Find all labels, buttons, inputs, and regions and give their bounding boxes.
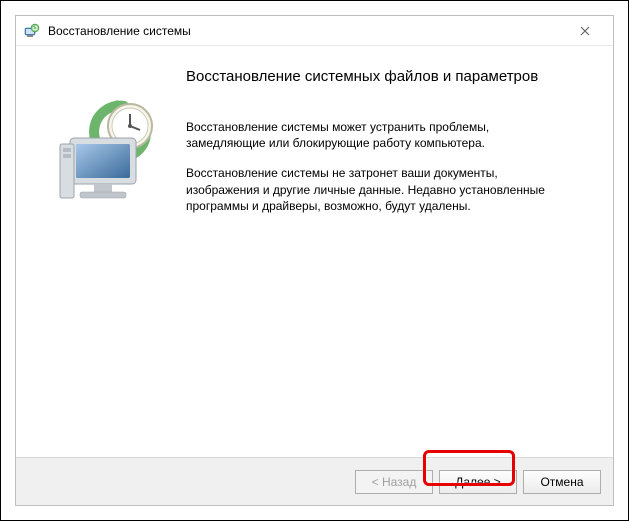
window-title: Восстановление системы: [48, 24, 565, 38]
titlebar: Восстановление системы: [16, 16, 613, 46]
page-heading: Восстановление системных файлов и параме…: [186, 68, 583, 85]
wizard-footer: < Назад Далее > Отмена: [16, 457, 613, 505]
description-paragraph-1: Восстановление системы может устранить п…: [186, 119, 566, 151]
close-button[interactable]: [565, 17, 605, 45]
system-restore-icon: [24, 23, 40, 39]
next-button[interactable]: Далее >: [439, 470, 517, 494]
description-paragraph-2: Восстановление системы не затронет ваши …: [186, 165, 566, 214]
system-restore-dialog: Восстановление системы: [15, 15, 614, 506]
wizard-illustration: [36, 64, 186, 447]
wizard-body: Восстановление системных файлов и параме…: [16, 46, 613, 457]
cancel-button[interactable]: Отмена: [523, 470, 601, 494]
back-button: < Назад: [355, 470, 433, 494]
main-content: Восстановление системных файлов и параме…: [186, 64, 593, 447]
